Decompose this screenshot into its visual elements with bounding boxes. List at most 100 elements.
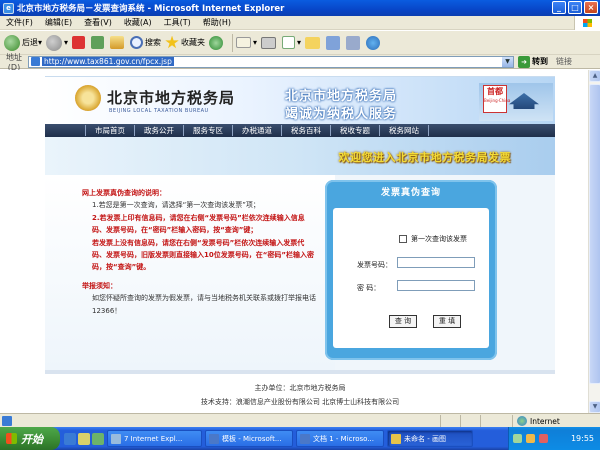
query-button[interactable]: 查 询: [389, 315, 417, 328]
vertical-scrollbar[interactable]: ▲ ▼: [588, 70, 600, 413]
capital-badge: 首都 Beijing·China: [483, 85, 511, 113]
task-paint[interactable]: 未命名 - 画图: [387, 430, 473, 447]
start-label: 开始: [21, 432, 43, 446]
messenger-icon: [366, 35, 381, 50]
instruction-item-2: 2.若发票上印有信息码，请您在右侧“发票号码”栏依次连续输入信息码、发票号码，在…: [92, 213, 305, 235]
menu-file[interactable]: 文件(F): [0, 17, 39, 28]
instruction-item-1: 1.若您是第一次查询，请选择“第一次查询该发票”项；: [92, 201, 260, 210]
favorites-button[interactable]: 收藏夹: [165, 35, 205, 50]
edit-icon: [282, 36, 296, 49]
menu-favorites[interactable]: 收藏(A): [118, 17, 158, 28]
back-button[interactable]: 后退 ▾: [4, 34, 42, 51]
mail-button[interactable]: ▾: [236, 37, 257, 48]
windows-taskbar: 开始 7 Internet Expl... 模板 - Microsoft... …: [0, 427, 600, 450]
nav-home[interactable]: 市局首页: [85, 125, 134, 136]
print-icon: [261, 36, 277, 49]
task-document-word[interactable]: 文档 1 - Microso...: [296, 430, 384, 447]
folder-button[interactable]: [305, 36, 322, 49]
media-button[interactable]: [209, 35, 225, 50]
site-footer: 主办单位：北京市地方税务局 技术支持：浪潮信息产业股份有限公司 北京博士山科技有…: [45, 370, 555, 413]
research-button[interactable]: [326, 35, 342, 50]
ie-task-icon: [111, 433, 121, 444]
menu-view[interactable]: 查看(V): [78, 17, 118, 28]
footer-sponsor: 主办单位：北京市地方税务局: [254, 384, 346, 392]
ie-app-icon[interactable]: e: [3, 2, 14, 14]
address-dropdown-icon[interactable]: ▼: [502, 56, 513, 67]
status-bar: Internet: [0, 413, 600, 427]
nav-tax-encyclopedia[interactable]: 税务百科: [281, 125, 330, 136]
capital-badge-text: 首都: [487, 87, 503, 96]
menu-tools[interactable]: 工具(T): [158, 17, 197, 28]
maximize-button[interactable]: □: [568, 1, 582, 14]
bureau-name-en: BEIJING LOCAL TAXATION BUREAU: [109, 108, 209, 114]
menu-edit[interactable]: 编辑(E): [39, 17, 78, 28]
search-icon: [130, 36, 144, 49]
print-button[interactable]: [261, 36, 278, 49]
go-arrow-icon: ➜: [518, 55, 530, 68]
network-tray-icon[interactable]: [513, 434, 522, 443]
first-time-checkbox[interactable]: [399, 235, 407, 243]
bureau-name: 北京市地方税务局: [107, 89, 236, 107]
media-quicklaunch-icon[interactable]: [92, 432, 104, 445]
security-zone: Internet: [512, 415, 598, 427]
instruction-item-3: 若发票上没有信息码，请您在右侧“发票号码”栏依次连续输入发票代码、发票号码，旧版…: [92, 238, 314, 272]
system-tray: 19:55: [508, 427, 600, 450]
favorites-star-icon: [165, 35, 179, 49]
nav-public-affairs[interactable]: 政务公开: [134, 125, 183, 136]
mail-dropdown-icon[interactable]: ▾: [253, 38, 257, 47]
forward-dropdown-icon[interactable]: ▾: [64, 38, 68, 47]
scroll-down-icon[interactable]: ▼: [589, 401, 600, 413]
windows-logo: [574, 16, 600, 30]
desktop-quicklaunch-icon[interactable]: [78, 432, 90, 445]
security-tray-icon[interactable]: [539, 434, 548, 443]
go-button[interactable]: ➜ 转到: [518, 55, 548, 68]
task-internet-explorer[interactable]: 7 Internet Expl...: [107, 430, 202, 447]
start-button[interactable]: 开始: [0, 427, 60, 450]
forward-button[interactable]: ▾: [46, 34, 68, 51]
close-button[interactable]: ×: [584, 1, 598, 14]
page-viewport: 北京市地方税务局 BEIJING LOCAL TAXATION BUREAU 北…: [0, 70, 588, 413]
reset-button[interactable]: 重 填: [433, 315, 461, 328]
edit-button[interactable]: ▾: [282, 36, 301, 49]
refresh-button[interactable]: [91, 36, 106, 49]
stop-icon: [72, 36, 86, 49]
report-text: 如您怀疑所查询的发票为假发票，请与当地税务机关联系或拨打举报电话12366！: [92, 294, 316, 315]
query-instructions: 网上发票真伪查询的说明： 1.若您是第一次查询，请选择“第一次查询该发票”项； …: [82, 187, 318, 317]
internet-globe-icon: [517, 416, 527, 426]
paint-task-icon: [391, 433, 401, 444]
scroll-thumb[interactable]: [589, 84, 600, 384]
task-label: 文档 1 - Microso...: [313, 434, 374, 443]
invoice-number-input[interactable]: [397, 257, 475, 268]
links-button[interactable]: 链接: [556, 56, 572, 67]
menu-help[interactable]: 帮助(H): [197, 17, 237, 28]
nav-tax-topics[interactable]: 税收专题: [330, 125, 379, 136]
search-button[interactable]: 搜索: [130, 36, 161, 49]
messenger-button[interactable]: [366, 35, 382, 50]
zone-label: Internet: [530, 416, 560, 426]
address-url[interactable]: http://www.tax861.gov.cn/fpcx.jsp: [42, 57, 174, 66]
edit-dropdown-icon[interactable]: ▾: [297, 38, 301, 47]
home-button[interactable]: [110, 36, 126, 49]
address-input[interactable]: http://www.tax861.gov.cn/fpcx.jsp ▼: [28, 55, 514, 68]
nav-tax-sites[interactable]: 税务网站: [379, 125, 429, 136]
standard-toolbar: 后退 ▾ ▾ 搜索 收藏夹 ▾ ▾: [0, 31, 600, 55]
capital-badge-sub: Beijing·China: [484, 98, 511, 103]
minimize-button[interactable]: _: [552, 1, 566, 14]
temple-of-heaven-image: 首都 Beijing·China: [479, 83, 553, 121]
window-title-bar[interactable]: e 北京市地方税务局－发票查询系统 - Microsoft Internet E…: [0, 0, 600, 16]
volume-tray-icon[interactable]: [526, 434, 535, 443]
nav-service-zone[interactable]: 服务专区: [183, 125, 232, 136]
scroll-up-icon[interactable]: ▲: [589, 70, 600, 82]
media-icon: [209, 35, 224, 50]
forward-arrow-icon: [46, 34, 63, 51]
stop-button[interactable]: [72, 36, 87, 49]
report-heading: 举报须知：: [82, 281, 117, 290]
nav-tax-channel[interactable]: 办税通道: [232, 125, 281, 136]
ie-quicklaunch-icon[interactable]: [64, 432, 76, 445]
back-dropdown-icon[interactable]: ▾: [38, 38, 42, 47]
tool-button[interactable]: [346, 35, 362, 50]
toolbar-separator: [232, 33, 234, 52]
task-template-word[interactable]: 模板 - Microsoft...: [205, 430, 293, 447]
password-label: 密 码：: [357, 284, 381, 292]
password-input[interactable]: [397, 280, 475, 291]
